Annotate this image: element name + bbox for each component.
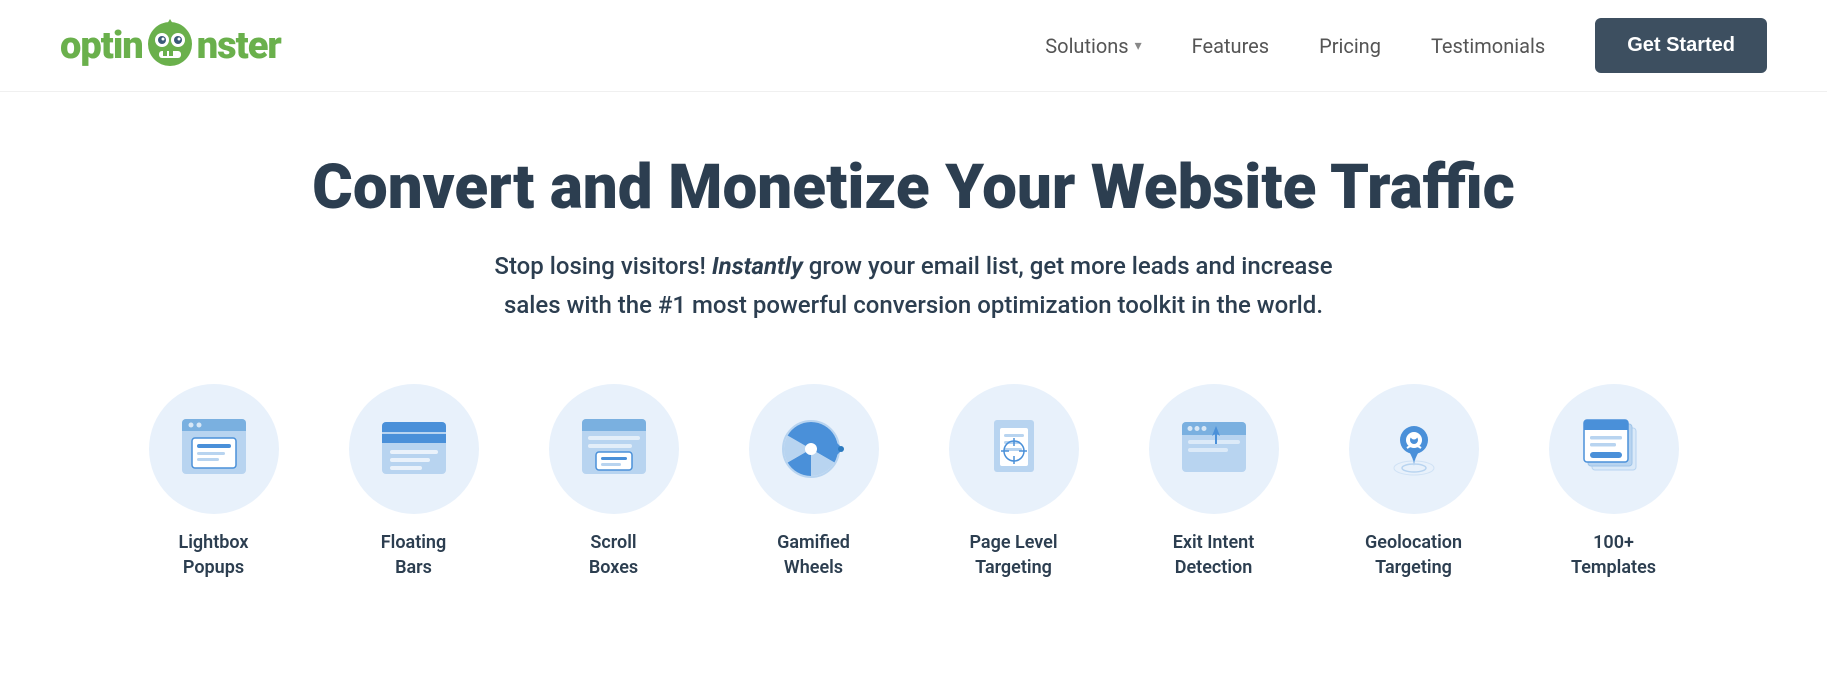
nav-testimonials[interactable]: Testimonials [1431, 34, 1545, 58]
chevron-down-icon: ▾ [1135, 38, 1142, 54]
feature-label-page-level-targeting: Page Level Targeting [969, 530, 1057, 580]
feature-exit-intent-detection[interactable]: Exit Intent Detection [1114, 384, 1314, 580]
feature-label-templates: 100+ Templates [1571, 530, 1656, 580]
feature-geolocation-targeting[interactable]: Geolocation Targeting [1314, 384, 1514, 580]
feature-label-geolocation-targeting: Geolocation Targeting [1365, 530, 1462, 580]
feature-label-exit-intent-detection: Exit Intent Detection [1173, 530, 1255, 580]
feature-floating-bars[interactable]: Floating Bars [314, 384, 514, 580]
feature-page-level-targeting[interactable]: Page Level Targeting [914, 384, 1114, 580]
hero-title: Convert and Monetize Your Website Traffi… [60, 152, 1767, 223]
nav-features[interactable]: Features [1192, 34, 1269, 58]
get-started-button[interactable]: Get Started [1595, 18, 1767, 73]
feature-label-floating-bars: Floating Bars [381, 530, 446, 580]
feature-circle-templates [1549, 384, 1679, 514]
nav-pricing[interactable]: Pricing [1319, 34, 1381, 58]
nav-solutions[interactable]: Solutions ▾ [1045, 34, 1141, 58]
feature-lightbox-popups[interactable]: Lightbox Popups [114, 384, 314, 580]
feature-label-scroll-boxes: Scroll Boxes [589, 530, 638, 580]
features-row: Lightbox Popups Floating Bars [0, 344, 1827, 610]
logo[interactable]: optin nster [60, 21, 281, 71]
logo-optin: optin [60, 24, 143, 68]
header: optin nster Solutions [0, 0, 1827, 92]
main-nav: Solutions ▾ Features Pricing Testimonial… [1045, 18, 1767, 73]
feature-circle-lightbox [149, 384, 279, 514]
feature-label-gamified-wheels: Gamified Wheels [777, 530, 850, 580]
feature-label-lightbox: Lightbox Popups [179, 530, 249, 580]
nav-solutions-label: Solutions [1045, 34, 1128, 58]
hero-section: Convert and Monetize Your Website Traffi… [0, 92, 1827, 344]
feature-templates[interactable]: 100+ Templates [1514, 384, 1714, 580]
feature-circle-floating-bars [349, 384, 479, 514]
feature-circle-page-level [949, 384, 1079, 514]
feature-circle-scroll-boxes [549, 384, 679, 514]
feature-circle-geolocation [1349, 384, 1479, 514]
feature-scroll-boxes[interactable]: Scroll Boxes [514, 384, 714, 580]
feature-circle-gamified-wheels [749, 384, 879, 514]
feature-gamified-wheels[interactable]: Gamified Wheels [714, 384, 914, 580]
hero-subtitle: Stop losing visitors! Instantly grow you… [464, 247, 1364, 324]
logo-monster-icon [145, 19, 195, 69]
feature-circle-exit-intent [1149, 384, 1279, 514]
